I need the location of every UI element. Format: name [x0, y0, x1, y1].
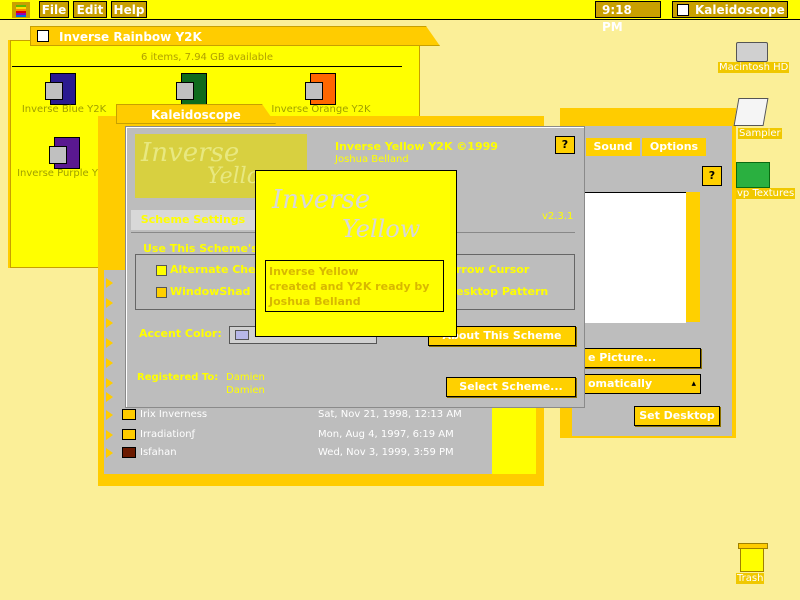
menu-edit[interactable]: Edit	[73, 1, 107, 18]
position-popup[interactable]: omatically ▴	[583, 374, 701, 394]
accent-swatch-icon	[235, 330, 249, 340]
scheme-icon-purple-badge	[49, 146, 67, 164]
scheme-file-icon	[122, 447, 136, 458]
trash-icon[interactable]	[738, 543, 768, 572]
window-title: Inverse Rainbow Y2K	[59, 30, 202, 44]
tab-sound[interactable]: Sound	[586, 138, 640, 156]
accent-color-label: Accent Color:	[139, 327, 222, 340]
disclosure-triangle[interactable]	[106, 392, 113, 402]
disclosure-triangle[interactable]	[106, 278, 113, 288]
file-name: Irix Inverness	[140, 409, 208, 420]
scheme-icon-green-badge	[176, 82, 194, 100]
disclosure-triangle[interactable]	[106, 298, 113, 308]
about-scheme-popup[interactable]: Inverse Yellow Inverse Yellow created an…	[255, 170, 457, 337]
updown-arrow-icon: ▴	[691, 379, 696, 389]
question-icon: ?	[708, 169, 716, 182]
tab-options[interactable]: Options	[642, 138, 706, 156]
windowshade-label: WindowShad	[170, 285, 251, 298]
trash-label: Trash	[736, 573, 765, 584]
menu-clock[interactable]: 9:18 PM	[595, 1, 661, 34]
registered-name-2: Damien	[226, 385, 265, 396]
select-picture-button[interactable]: e Picture...	[583, 348, 701, 368]
file-date: Wed, Nov 3, 1999, 3:59 PM	[318, 447, 454, 458]
active-app-name: Kaleidoscope	[695, 3, 785, 17]
finder-info-bar: 6 items, 7.94 GB available	[12, 50, 402, 67]
help-button-scheme[interactable]: ?	[555, 136, 575, 154]
disclosure-triangle[interactable]	[106, 430, 113, 440]
finder-window-title-tab[interactable]: Inverse Rainbow Y2K	[30, 26, 440, 46]
disclosure-triangle[interactable]	[106, 448, 113, 458]
sampler-label: Sampler	[738, 128, 782, 139]
folder-icon	[122, 429, 136, 440]
apple-menu-icon[interactable]	[12, 2, 30, 18]
folder-list-scrollbar[interactable]	[492, 400, 536, 474]
file-name: Irradiationƒ	[140, 429, 196, 440]
kaleidoscope-folder-title-tab[interactable]: Kaleidoscope	[116, 104, 276, 124]
disclosure-triangle[interactable]	[106, 358, 113, 368]
disclosure-triangle[interactable]	[106, 410, 113, 420]
position-value: omatically	[588, 377, 653, 390]
about-text-box: Inverse Yellow created and Y2K ready by …	[265, 260, 444, 312]
help-button-desktop[interactable]: ?	[702, 166, 722, 186]
alternate-label: Alternate Che	[170, 263, 256, 276]
arrow-cursor-label: rrow Cursor	[456, 263, 530, 276]
hard-drive-icon[interactable]	[736, 42, 768, 62]
desktop-pattern-label: esktop Pattern	[456, 285, 549, 298]
textures-folder-icon[interactable]	[736, 162, 770, 188]
preview-scrollbar[interactable]	[686, 192, 700, 322]
registered-label: Registered To:	[137, 372, 219, 383]
registered-name-1: Damien	[226, 372, 265, 383]
kaleidoscope-folder-title: Kaleidoscope	[151, 108, 241, 122]
scheme-label-blue: Inverse Blue Y2K	[21, 104, 107, 115]
application-menu[interactable]: Kaleidoscope	[672, 1, 788, 18]
file-date: Sat, Nov 21, 1998, 12:13 AM	[318, 409, 462, 420]
menu-file[interactable]: File	[39, 1, 69, 18]
disclosure-triangle[interactable]	[106, 338, 113, 348]
alternate-checkbox[interactable]	[156, 265, 167, 276]
select-scheme-button[interactable]: Select Scheme...	[446, 377, 576, 397]
about-line-2: created and Y2K ready by	[269, 280, 430, 293]
folder-icon	[122, 409, 136, 420]
menu-bar: File Edit Help 9:18 PM Kaleidoscope	[0, 0, 800, 34]
scheme-label-orange: Inverse Orange Y2K	[271, 104, 371, 115]
about-line-1: Inverse Yellow	[269, 265, 359, 278]
version-label: v2.3.1	[542, 211, 574, 222]
disclosure-triangle[interactable]	[106, 318, 113, 328]
disclosure-triangle[interactable]	[106, 378, 113, 388]
menu-help[interactable]: Help	[111, 1, 147, 18]
tab-scheme-settings[interactable]: Scheme Settings	[131, 210, 255, 230]
file-name: Isfahan	[140, 447, 177, 458]
set-desktop-button[interactable]: Set Desktop	[634, 406, 720, 426]
scheme-title: Inverse Yellow Y2K ©1999	[335, 140, 498, 153]
kaleidoscope-app-icon	[677, 4, 689, 16]
about-logo-text-1: Inverse	[272, 185, 371, 215]
windowshade-checkbox[interactable]	[156, 287, 167, 298]
desktop-preview	[584, 192, 686, 323]
scheme-icon-blue-badge	[45, 82, 63, 100]
scheme-icon-orange-badge	[305, 82, 323, 100]
scheme-author: Joshua Belland	[335, 154, 409, 165]
question-icon: ?	[561, 138, 569, 151]
about-line-3: Joshua Belland	[269, 295, 361, 308]
textures-label: vp Textures	[736, 188, 796, 199]
hard-drive-label: Macintosh HD	[718, 62, 790, 73]
trash-lid	[738, 543, 768, 549]
about-logo-text-2: Yellow	[342, 215, 421, 243]
sampler-icon[interactable]	[733, 98, 769, 126]
file-date: Mon, Aug 4, 1997, 6:19 AM	[318, 429, 454, 440]
folder-icon	[37, 30, 49, 42]
